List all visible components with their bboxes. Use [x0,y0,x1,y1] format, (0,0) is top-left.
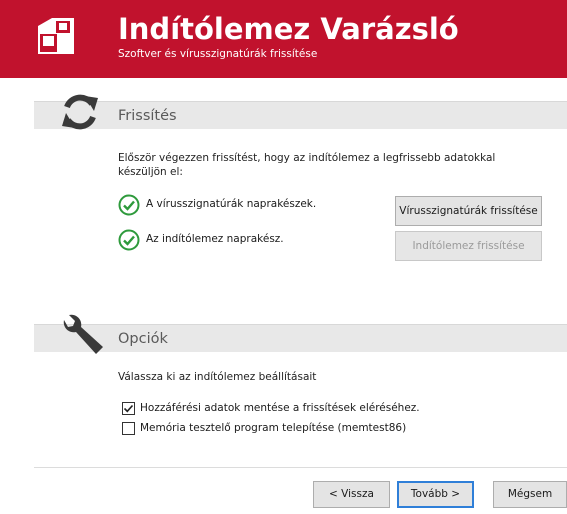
boot-disk-status-label: Az indítólemez naprakész. [146,233,284,245]
check-circle-icon [118,229,140,251]
memtest-option[interactable]: Memória tesztelő program telepítése (mem… [122,421,452,437]
update-boot-disk-button[interactable]: Indítólemez frissítése [395,231,542,261]
update-intro-text: Először végezzen frissítést, hogy az ind… [118,152,496,178]
checkmark-icon [123,404,134,413]
update-section-title: Frissítés [118,108,177,124]
virus-signature-status-label: A vírusszignatúrák naprakészek. [146,198,317,210]
wizard-subtitle: Szoftver és vírusszignatúrák frissítése [118,48,318,60]
wizard-title: Indítólemez Varázsló [118,12,459,46]
options-section-title: Opciók [118,331,168,347]
save-credentials-checkbox[interactable] [122,402,135,415]
update-virus-signatures-button[interactable]: Vírusszignatúrák frissítése [395,196,542,226]
options-intro-text: Válassza ki az indítólemez beállításait [118,371,317,383]
save-credentials-option[interactable]: Hozzáférési adatok mentése a frissítések… [122,401,452,417]
next-button[interactable]: Tovább > [397,481,474,508]
refresh-icon [62,94,98,130]
options-section-header: Opciók [34,324,567,352]
virus-signature-status: A vírusszignatúrák naprakészek. [118,194,378,216]
memtest-label: Memória tesztelő program telepítése (mem… [140,422,407,434]
cancel-button[interactable]: Mégsem [493,481,567,508]
wrench-icon [63,314,103,354]
boot-disk-status: Az indítólemez naprakész. [118,229,378,251]
footer-divider [34,467,567,468]
wizard-header: Indítólemez Varázsló Szoftver és vírussz… [0,0,567,78]
check-circle-icon [118,194,140,216]
update-section-header: Frissítés [34,101,567,129]
boot-disk-icon [38,18,74,54]
back-button[interactable]: < Vissza [313,481,390,508]
memtest-checkbox[interactable] [122,422,135,435]
save-credentials-label: Hozzáférési adatok mentése a frissítések… [140,402,420,414]
